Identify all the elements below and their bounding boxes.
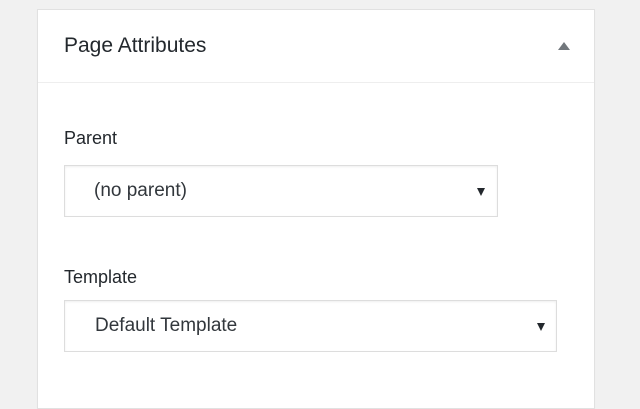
template-select-value: Default Template	[95, 315, 238, 336]
template-label: Template	[64, 267, 138, 287]
collapse-toggle-icon[interactable]	[558, 42, 570, 50]
page-attributes-panel: Page Attributes Parent (no parent) Templ…	[37, 9, 595, 409]
dropdown-arrow-icon	[537, 323, 545, 331]
template-select[interactable]: Default Template	[64, 300, 557, 352]
parent-label: Parent	[64, 128, 118, 148]
panel-title: Page Attributes	[64, 34, 207, 57]
panel-header[interactable]: Page Attributes	[38, 10, 594, 83]
parent-select-value: (no parent)	[94, 180, 187, 201]
parent-select[interactable]: (no parent)	[64, 165, 498, 217]
dropdown-arrow-icon	[477, 188, 485, 196]
